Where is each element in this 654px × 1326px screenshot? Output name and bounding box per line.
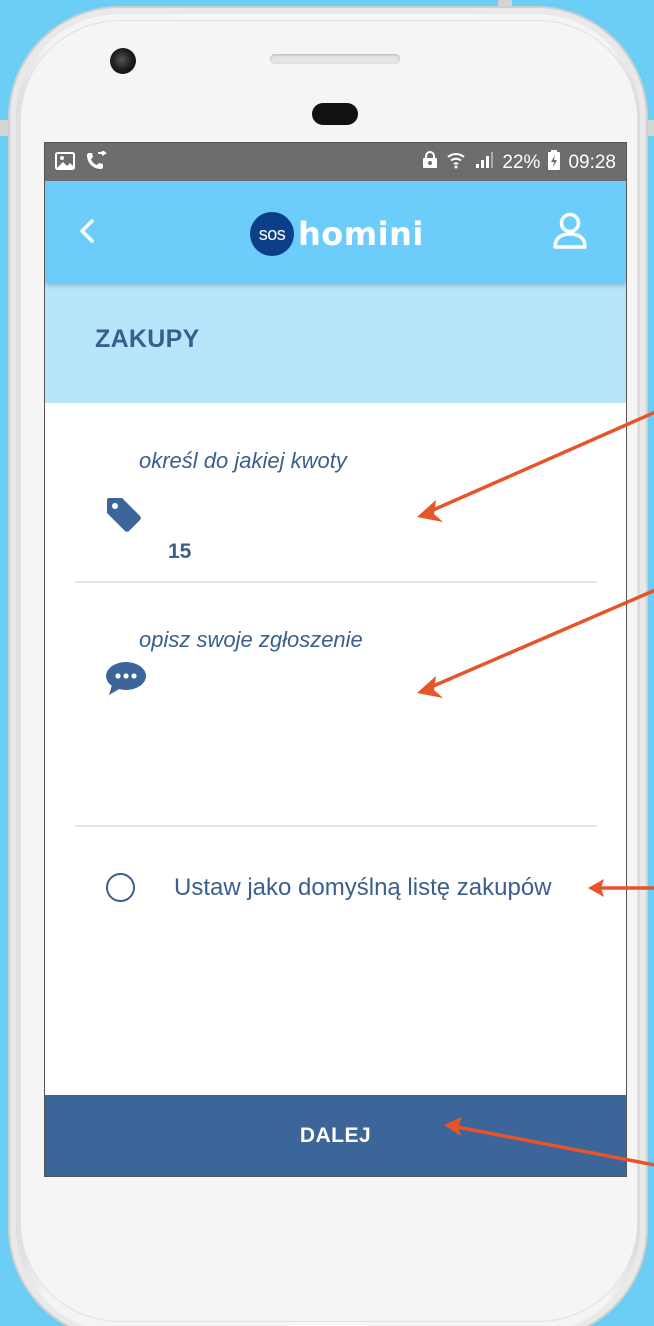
profile-button[interactable] — [551, 211, 589, 251]
clock: 09:28 — [568, 152, 616, 173]
back-button[interactable] — [73, 216, 103, 246]
chat-bubble-icon — [105, 661, 147, 702]
description-field[interactable]: opisz swoje zgłoszenie — [45, 583, 626, 825]
signal-icon — [474, 151, 494, 175]
call-notification-icon — [85, 150, 107, 177]
proximity-sensor — [312, 103, 358, 125]
app-header: sos homini — [45, 181, 626, 283]
default-list-option[interactable]: Ustaw jako domyślną listę zakupów — [45, 871, 626, 911]
status-bar-notifications — [55, 150, 107, 177]
default-list-radio[interactable] — [106, 873, 135, 902]
logo-badge: sos — [250, 212, 294, 256]
page-title: ZAKUPY — [95, 325, 200, 353]
side-button-left — [0, 120, 10, 136]
section-header: ZAKUPY — [45, 283, 626, 403]
next-button[interactable]: DALEJ — [45, 1095, 626, 1176]
earpiece-speaker — [270, 54, 400, 64]
stage: 22% 09:28 sos homini ZAKUPY określ do ja… — [0, 0, 654, 1326]
amount-field[interactable]: określ do jakiej kwoty 15 — [45, 403, 626, 583]
phone-screen: 22% 09:28 sos homini ZAKUPY określ do ja… — [44, 142, 627, 1177]
amount-value[interactable]: 15 — [168, 540, 191, 564]
description-field-label: opisz swoje zgłoszenie — [139, 627, 363, 652]
logo-text: homini — [298, 215, 424, 253]
wifi-icon — [446, 151, 466, 175]
amount-field-label: określ do jakiej kwoty — [139, 448, 347, 473]
app-logo: sos homini — [250, 212, 424, 256]
lock-icon — [422, 151, 438, 175]
battery-charging-icon — [548, 150, 561, 176]
chevron-left-icon — [80, 219, 94, 243]
divider — [75, 825, 597, 827]
status-bar: 22% 09:28 — [45, 143, 626, 181]
price-tag-icon — [105, 496, 143, 537]
status-bar-system: 22% 09:28 — [422, 150, 616, 176]
gallery-notification-icon — [55, 152, 75, 176]
front-camera — [110, 48, 136, 74]
default-list-label: Ustaw jako domyślną listę zakupów — [174, 874, 552, 901]
battery-percent: 22% — [502, 152, 541, 173]
user-icon — [553, 212, 587, 249]
